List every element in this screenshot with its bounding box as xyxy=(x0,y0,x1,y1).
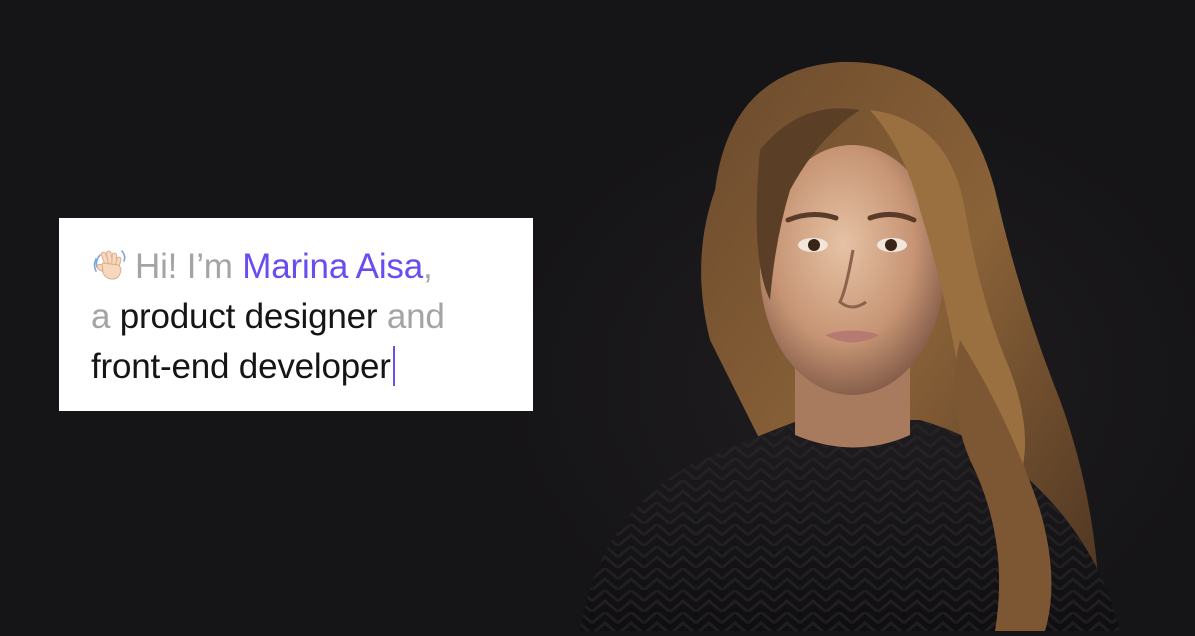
typing-caret xyxy=(392,346,395,386)
intro-card: Hi! I’m Marina Aisa, a product designer … xyxy=(59,218,533,411)
portrait-photo xyxy=(540,40,1195,632)
role-front-end-developer: front-end developer xyxy=(91,347,391,386)
hero-section: Hi! I’m Marina Aisa, a product designer … xyxy=(0,0,1195,632)
name-highlight: Marina Aisa xyxy=(242,247,423,286)
person-portrait-illustration xyxy=(580,61,1120,632)
role-product-designer: product designer xyxy=(119,297,378,336)
intro-line-3: front-end developer xyxy=(91,342,513,392)
waving-hand-icon xyxy=(91,247,127,283)
intro-line-2: a product designer and xyxy=(91,292,513,342)
intro-line-1: Hi! I’m Marina Aisa, xyxy=(91,242,513,292)
name-comma: , xyxy=(422,247,433,286)
conjunction-text: and xyxy=(386,297,445,336)
greeting-text: Hi! I’m xyxy=(135,247,233,286)
article-text: a xyxy=(91,297,111,336)
